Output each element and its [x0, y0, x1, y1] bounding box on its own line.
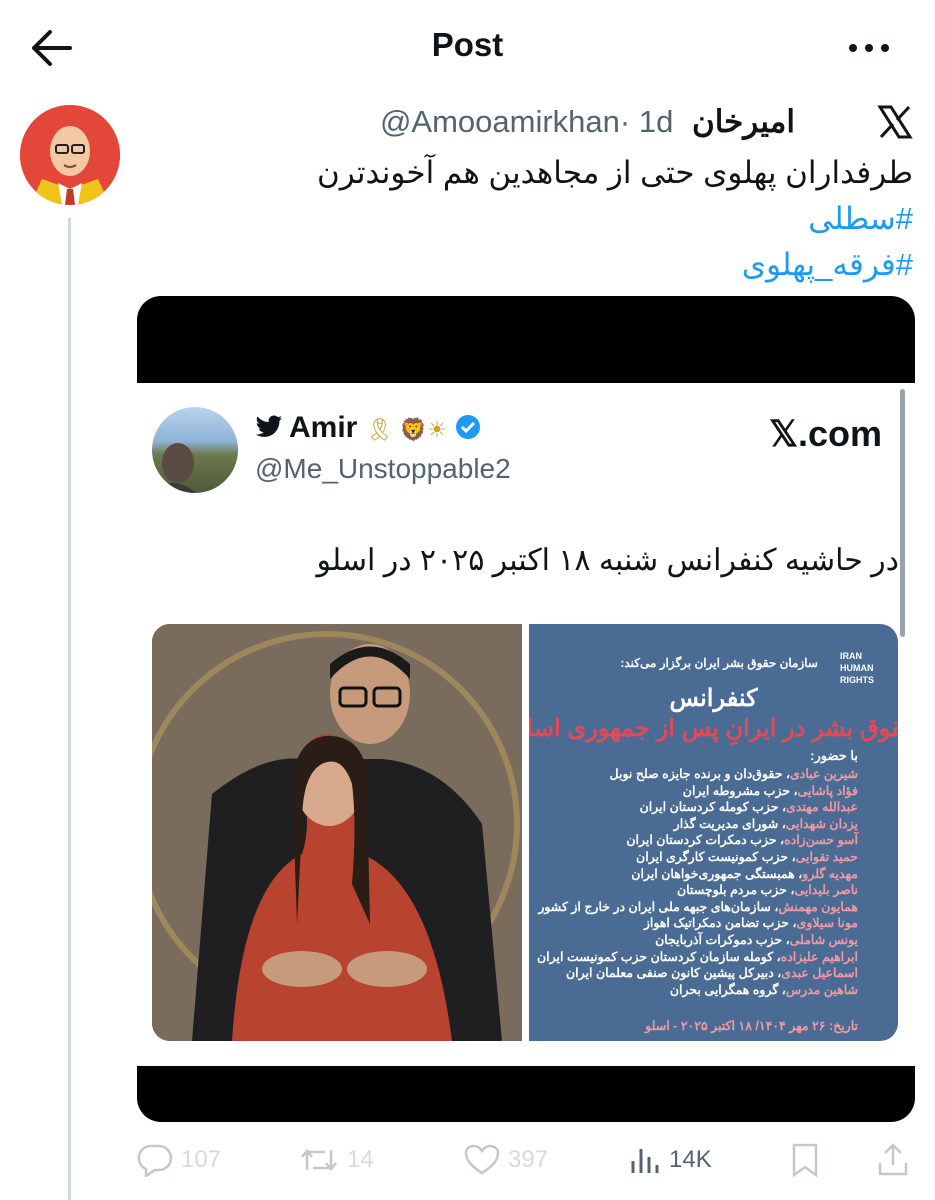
- poster-org-logo: IRAN HUMAN RIGHTS: [840, 651, 875, 685]
- post-time: · 1d: [619, 104, 674, 139]
- author-handle[interactable]: @Amooamirkhan: [380, 104, 620, 139]
- participant: شیرین عبادی، حقوق‌دان و برنده جایزه صلح …: [609, 767, 858, 781]
- heart-icon: [464, 1144, 500, 1176]
- hashtag-link[interactable]: #سطلی: [153, 196, 913, 242]
- views-count: 14K: [669, 1146, 712, 1173]
- verified-badge-icon: [455, 414, 481, 448]
- embedded-tweet-screenshot: Amir 🎗 🦁☀ @Me_Unstoppable2 𝕏.com در حاشی…: [137, 383, 915, 1066]
- thread-line: [68, 218, 71, 1200]
- page-title: Post: [431, 26, 504, 63]
- poster-with-label: با حضور:: [810, 748, 858, 763]
- action-bar: 107 14 397 14K: [137, 1136, 915, 1184]
- views-button[interactable]: 14K: [629, 1136, 712, 1184]
- scrollbar: [900, 389, 905, 637]
- tweet-text: طرفداران پهلوی حتی از مجاهدین هم آخوندتر…: [153, 150, 913, 288]
- share-button[interactable]: [877, 1136, 909, 1184]
- participant: شاهین مدرس، گروه همگرایی بحران: [669, 982, 858, 997]
- tweet-body: طرفداران پهلوی حتی از مجاهدین هم آخوندتر…: [317, 155, 913, 190]
- reply-icon: [137, 1143, 173, 1177]
- share-icon: [877, 1143, 909, 1177]
- participant: عبدالله مهتدی، حزب کومله کردستان ایران: [639, 800, 858, 815]
- author-row: امیرخان @Amooamirkhan· 1d: [380, 104, 795, 140]
- participant: مهدیه گلرو، همبستگی جمهوری‌خواهان ایران: [631, 866, 858, 881]
- participant: اسماعیل عبدی، دبیرکل پیشین کانون صنفی مع…: [565, 966, 858, 981]
- source-label: 𝕏.com: [768, 413, 882, 454]
- poster-date: تاریخ: ۲۶ مهر ۱۴۰۴/ ۱۸ اکتبر ۲۰۲۵ - اسلو: [645, 1019, 858, 1033]
- like-count: 397: [508, 1146, 549, 1173]
- x-logo-icon: [877, 104, 913, 140]
- participant: فؤاد پاشایی، حزب مشروطه ایران: [682, 783, 858, 798]
- poster-host: سازمان حقوق بشر ایران برگزار می‌کند:: [620, 656, 818, 670]
- twitter-bird-icon: [255, 413, 283, 447]
- participant: مونا سیلاوی، حزب تضامن دمکراتیک اهواز: [643, 916, 858, 931]
- bookmark-icon: [791, 1143, 819, 1177]
- author-name[interactable]: امیرخان: [692, 104, 795, 139]
- participant: همایون مهمنش، سازمان‌های جبهه ملی ایران …: [538, 899, 858, 914]
- reply-count: 107: [181, 1146, 222, 1173]
- conference-poster: IRAN HUMAN RIGHTS سازمان حقوق بشر ایران …: [529, 624, 898, 1041]
- hashtag-link[interactable]: #فرقه_پهلوی: [153, 242, 913, 288]
- embedded-avatar: [152, 407, 238, 493]
- repost-icon: [299, 1144, 339, 1176]
- embedded-name: Amir: [289, 411, 358, 444]
- avatar[interactable]: [20, 105, 120, 205]
- like-button[interactable]: 397: [464, 1136, 548, 1184]
- embedded-name-row: Amir 🎗 🦁☀: [255, 411, 481, 448]
- couple-photo: [152, 624, 522, 1041]
- participant: آسو حسن‌زاده، حزب دمکرات کردستان ایران: [626, 833, 858, 848]
- views-chart-icon: [629, 1145, 661, 1175]
- bookmark-button[interactable]: [791, 1136, 819, 1184]
- participant: یونس شاملی، حزب دموکرات آذربایجان: [655, 932, 858, 947]
- top-bar: Post: [0, 0, 935, 95]
- participant-list: شیرین عبادی، حقوق‌دان و برنده جایزه صلح …: [529, 766, 858, 998]
- embedded-badges: 🎗 🦁☀: [365, 417, 447, 442]
- author-meta: @Amooamirkhan· 1d: [380, 104, 673, 140]
- more-options-icon[interactable]: [845, 30, 893, 66]
- repost-count: 14: [347, 1146, 374, 1173]
- embedded-handle: @Me_Unstoppable2: [255, 453, 511, 484]
- participant: حمید تقوایی، حزب کمونیست کارگری ایران: [636, 849, 858, 864]
- repost-button[interactable]: 14: [299, 1136, 374, 1184]
- participant: ناصر بلیدایی، حزب مردم بلوچستان: [676, 883, 858, 898]
- poster-title: کنفرانس: [669, 685, 758, 712]
- embedded-text: در حاشیه کنفرانس شنبه ۱۸ اکتبر ۲۰۲۵ در ا…: [316, 544, 899, 577]
- media-attachment[interactable]: Amir 🎗 🦁☀ @Me_Unstoppable2 𝕏.com در حاشی…: [137, 296, 915, 1122]
- poster-subtitle: حقوق بشر در ایرانِ پس از جمهوری اسلامی: [529, 715, 898, 742]
- participant: ابراهیم علیزاده، کومله سازمان کردستان حز…: [536, 949, 858, 964]
- reply-button[interactable]: 107: [137, 1136, 221, 1184]
- participant: یزدان شهدایی، شورای مدیریت گذار: [673, 816, 858, 831]
